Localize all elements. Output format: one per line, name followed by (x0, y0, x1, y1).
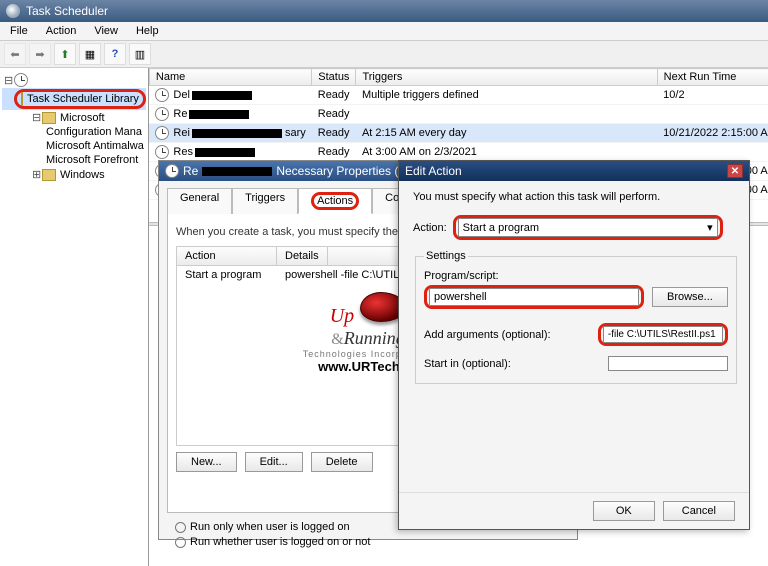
app-icon (6, 4, 20, 18)
arguments-input[interactable]: -file C:\UTILS\RestII.ps1 (603, 326, 723, 343)
edit-button[interactable]: Edit... (245, 452, 303, 472)
scheduler-icon (165, 164, 179, 178)
program-label: Program/script: (424, 270, 728, 282)
properties-title: Necessary Properties (Loc (276, 164, 417, 178)
program-input[interactable]: powershell (429, 288, 639, 306)
refresh-button[interactable]: ▦ (79, 43, 101, 65)
folder-icon (42, 169, 56, 181)
menu-help[interactable]: Help (132, 24, 163, 38)
menu-view[interactable]: View (90, 24, 122, 38)
tree-label: Microsoft Antimalwa (46, 140, 144, 152)
tree-item[interactable]: ⊞Windows (2, 167, 146, 182)
tab-actions-label: Actions (311, 192, 359, 210)
radio-icon (175, 522, 186, 533)
col-details: Details (277, 247, 328, 265)
forward-button[interactable]: ➡ (29, 43, 51, 65)
col-name[interactable]: Name (149, 69, 311, 86)
close-icon[interactable]: ✕ (727, 164, 743, 178)
table-row[interactable]: ReReady (149, 105, 768, 124)
tree-label: Windows (60, 169, 105, 181)
tree-root-dummy[interactable]: ⊟ (2, 72, 146, 88)
tab-actions[interactable]: Actions (298, 188, 372, 214)
chevron-down-icon: ▾ (707, 221, 713, 234)
settings-legend: Settings (424, 250, 468, 262)
settings-group: Settings Program/script: powershell Brow… (415, 250, 737, 384)
scheduler-icon (14, 73, 28, 87)
tree-task-scheduler-library[interactable]: Task Scheduler Library (2, 88, 146, 110)
col-triggers[interactable]: Triggers (356, 69, 657, 86)
toolbar: ⬅ ➡ ⬆ ▦ ? ▥ (0, 41, 768, 68)
menubar: File Action View Help (0, 22, 768, 41)
cancel-button[interactable]: Cancel (663, 501, 735, 521)
tiles-button[interactable]: ▥ (129, 43, 151, 65)
back-button[interactable]: ⬅ (4, 43, 26, 65)
menu-file[interactable]: File (6, 24, 32, 38)
action-label: Action: (413, 222, 447, 234)
startin-label: Start in (optional): (424, 358, 511, 370)
up-button[interactable]: ⬆ (54, 43, 76, 65)
action-value: Start a program (177, 266, 277, 284)
col-action: Action (177, 247, 277, 265)
logo-up: Up (330, 305, 354, 327)
navigation-tree[interactable]: ⊟ Task Scheduler Library ⊟Microsoft Conf… (0, 68, 149, 566)
col-next[interactable]: Next Run Time (657, 69, 768, 86)
tree-item[interactable]: Microsoft Forefront (2, 153, 146, 167)
tree-item[interactable]: Microsoft Antimalwa (2, 139, 146, 153)
logo-running: Running (344, 328, 405, 348)
action-select[interactable]: Start a program ▾ (458, 218, 718, 237)
radio-whether[interactable]: Run whether user is logged on or not (175, 536, 577, 548)
edit-action-title: Edit Action (405, 164, 462, 178)
menu-action[interactable]: Action (42, 24, 81, 38)
folder-icon (42, 112, 56, 124)
folder-icon (21, 92, 23, 106)
col-status[interactable]: Status (312, 69, 356, 86)
radio-icon (175, 537, 186, 548)
window-title: Task Scheduler (26, 4, 108, 18)
help-button[interactable]: ? (104, 43, 126, 65)
startin-input[interactable] (608, 356, 728, 371)
browse-button[interactable]: Browse... (652, 287, 728, 307)
tab-general[interactable]: General (167, 188, 232, 214)
edit-action-hint: You must specify what action this task w… (413, 191, 735, 203)
tree-label: Task Scheduler Library (27, 93, 139, 105)
table-row[interactable]: Rei saryReadyAt 2:15 AM every day10/21/2… (149, 124, 768, 143)
tree-label: Microsoft (60, 112, 105, 124)
table-row[interactable]: DelReadyMultiple triggers defined10/2 (149, 86, 768, 105)
delete-button[interactable]: Delete (311, 452, 373, 472)
tree-item[interactable]: ⊟Microsoft (2, 110, 146, 125)
edit-action-titlebar[interactable]: Edit Action ✕ (399, 161, 749, 181)
arguments-label: Add arguments (optional): (424, 329, 551, 341)
tab-triggers[interactable]: Triggers (232, 188, 298, 214)
edit-action-dialog: Edit Action ✕ You must specify what acti… (398, 160, 750, 530)
new-button[interactable]: New... (176, 452, 237, 472)
tree-label: Microsoft Forefront (46, 154, 138, 166)
table-row[interactable]: ResReadyAt 3:00 AM on 2/3/20212/3 (149, 143, 768, 162)
ok-button[interactable]: OK (593, 501, 655, 521)
titlebar: Task Scheduler (0, 0, 768, 22)
tree-item[interactable]: Configuration Mana (2, 125, 146, 139)
tree-label: Configuration Mana (46, 126, 142, 138)
